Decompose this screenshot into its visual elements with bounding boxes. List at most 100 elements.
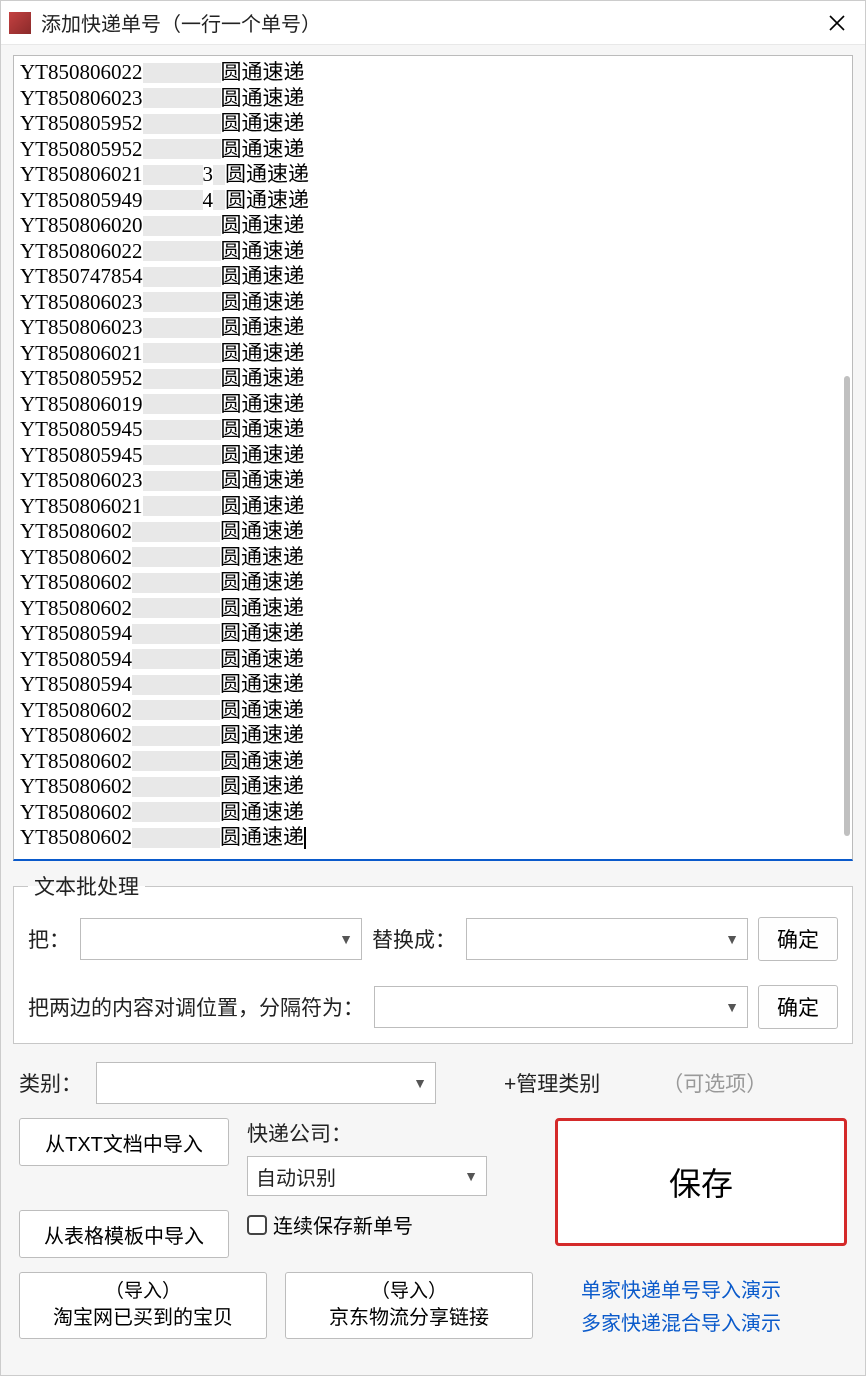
carrier-name: 圆通速递 bbox=[221, 443, 305, 469]
import-template-button[interactable]: 从表格模板中导入 bbox=[19, 1210, 229, 1258]
chevron-down-icon: ▼ bbox=[725, 931, 739, 947]
tracking-row: YT850805945 圆通速递 bbox=[20, 417, 846, 443]
tracking-prefix: YT85080602 bbox=[20, 825, 132, 851]
carrier-name: 圆通速递 bbox=[221, 494, 305, 520]
carrier-name: 圆通速递 bbox=[220, 774, 304, 800]
tracking-row: YT850806022圆通速递 bbox=[20, 60, 846, 86]
import-taobao-button[interactable]: （导入） 淘宝网已买到的宝贝 bbox=[19, 1272, 267, 1339]
tracking-textarea[interactable]: YT850806022圆通速递YT850806023圆通速递YT85080595… bbox=[13, 55, 853, 861]
redacted-segment bbox=[132, 751, 220, 771]
replace-to-label: 替换成： bbox=[372, 924, 456, 954]
tracking-row: YT85080602圆通速递 bbox=[20, 774, 846, 800]
redacted-segment bbox=[132, 522, 220, 542]
tracking-prefix: YT85080602 bbox=[20, 698, 132, 724]
import-txt-button[interactable]: 从TXT文档中导入 bbox=[19, 1118, 229, 1166]
courier-label: 快递公司： bbox=[247, 1118, 537, 1148]
continuous-save-row: 连续保存新单号 bbox=[247, 1210, 537, 1239]
replace-confirm-button[interactable]: 确定 bbox=[758, 917, 838, 961]
tracking-row: YT85080594圆通速递 bbox=[20, 647, 846, 673]
redacted-segment bbox=[143, 318, 221, 338]
carrier-name: 圆通速递 bbox=[220, 825, 304, 851]
redacted-segment bbox=[143, 445, 221, 465]
redacted-segment bbox=[132, 675, 220, 695]
swap-delimiter-combo[interactable]: ▼ bbox=[374, 986, 748, 1028]
demo-links: 单家快递单号导入演示 多家快递混合导入演示 bbox=[551, 1272, 847, 1339]
redacted-segment bbox=[132, 598, 220, 618]
swap-confirm-button[interactable]: 确定 bbox=[758, 985, 838, 1029]
redacted-segment bbox=[132, 547, 220, 567]
redacted-segment bbox=[143, 216, 221, 236]
tracking-prefix: YT850806023 bbox=[20, 86, 143, 112]
tracking-row: YT85080602圆通速递 bbox=[20, 519, 846, 545]
tracking-prefix: YT850806021 bbox=[20, 162, 143, 188]
carrier-name: 圆通速递 bbox=[221, 315, 305, 341]
tracking-tail-digit: 4 bbox=[203, 188, 214, 214]
demo-single-link[interactable]: 单家快递单号导入演示 bbox=[581, 1274, 847, 1303]
close-button[interactable] bbox=[815, 3, 859, 43]
redacted-segment bbox=[143, 496, 221, 516]
category-combo[interactable]: ▼ bbox=[96, 1062, 436, 1104]
demo-multi-link[interactable]: 多家快递混合导入演示 bbox=[581, 1307, 847, 1336]
tracking-prefix: YT850806023 bbox=[20, 315, 143, 341]
tracking-row: YT850806021圆通速递 bbox=[20, 341, 846, 367]
tracking-row: YT850806023圆通速递 bbox=[20, 468, 846, 494]
tracking-prefix: YT85080602 bbox=[20, 545, 132, 571]
tracking-row: YT85080602圆通速递 bbox=[20, 800, 846, 826]
redacted-segment bbox=[132, 624, 220, 644]
tracking-prefix: YT85080594 bbox=[20, 621, 132, 647]
redacted-segment bbox=[143, 292, 221, 312]
courier-combo[interactable]: 自动识别 ▼ bbox=[247, 1156, 487, 1196]
tracking-prefix: YT850805952 bbox=[20, 366, 143, 392]
tracking-prefix: YT850806021 bbox=[20, 494, 143, 520]
dialog-window: 添加快递单号（一行一个单号） YT850806022圆通速递YT85080602… bbox=[0, 0, 866, 1376]
bottom-row: （导入） 淘宝网已买到的宝贝 （导入） 京东物流分享链接 单家快递单号导入演示 … bbox=[13, 1268, 853, 1339]
tracking-row: YT8508059494圆通速递 bbox=[20, 188, 846, 214]
redacted-segment bbox=[213, 165, 225, 185]
carrier-name: 圆通速递 bbox=[225, 188, 309, 214]
import-taobao-bottom: 淘宝网已买到的宝贝 bbox=[53, 1305, 233, 1332]
tracking-row: YT85080594圆通速递 bbox=[20, 621, 846, 647]
continuous-save-checkbox[interactable] bbox=[247, 1215, 267, 1235]
tracking-prefix: YT850805945 bbox=[20, 417, 143, 443]
carrier-name: 圆通速递 bbox=[221, 290, 305, 316]
scrollbar[interactable] bbox=[844, 376, 850, 836]
redacted-segment bbox=[143, 343, 221, 363]
carrier-name: 圆通速递 bbox=[225, 162, 309, 188]
tracking-prefix: YT85080602 bbox=[20, 519, 132, 545]
tracking-prefix: YT85080602 bbox=[20, 596, 132, 622]
carrier-name: 圆通速递 bbox=[220, 647, 304, 673]
carrier-name: 圆通速递 bbox=[221, 417, 305, 443]
tracking-prefix: YT850805952 bbox=[20, 137, 143, 163]
redacted-segment bbox=[143, 420, 221, 440]
carrier-name: 圆通速递 bbox=[220, 570, 304, 596]
tracking-row: YT850806022圆通速递 bbox=[20, 239, 846, 265]
tracking-prefix: YT850806020 bbox=[20, 213, 143, 239]
chevron-down-icon: ▼ bbox=[413, 1075, 427, 1091]
redacted-segment bbox=[143, 267, 221, 287]
save-button[interactable]: 保存 bbox=[555, 1118, 847, 1246]
import-taobao-top: （导入） bbox=[105, 1279, 181, 1305]
redacted-segment bbox=[143, 190, 203, 210]
manage-category-link[interactable]: +管理类别 bbox=[504, 1068, 600, 1098]
tracking-row: YT850806023 圆通速递 bbox=[20, 315, 846, 341]
tracking-row: YT850806023圆通速递 bbox=[20, 86, 846, 112]
app-icon bbox=[9, 12, 31, 34]
carrier-name: 圆通速递 bbox=[220, 749, 304, 775]
tracking-prefix: YT85080602 bbox=[20, 800, 132, 826]
tracking-tail-digit: 3 bbox=[203, 162, 214, 188]
tracking-row: YT85080602圆通速递 bbox=[20, 723, 846, 749]
close-icon bbox=[828, 14, 846, 32]
chevron-down-icon: ▼ bbox=[725, 999, 739, 1015]
tracking-row: YT850747854圆通速递 bbox=[20, 264, 846, 290]
carrier-name: 圆通速递 bbox=[221, 111, 305, 137]
redacted-segment bbox=[143, 369, 221, 389]
import-jd-button[interactable]: （导入） 京东物流分享链接 bbox=[285, 1272, 533, 1339]
redacted-segment bbox=[143, 165, 203, 185]
batch-group: 文本批处理 把： ▼ 替换成： ▼ 确定 把两边的内容对调位置，分隔符为： ▼ … bbox=[13, 871, 853, 1044]
carrier-name: 圆通速递 bbox=[221, 264, 305, 290]
text-caret bbox=[304, 827, 306, 849]
replace-from-combo[interactable]: ▼ bbox=[80, 918, 362, 960]
carrier-name: 圆通速递 bbox=[220, 698, 304, 724]
replace-from-label: 把： bbox=[28, 924, 70, 954]
replace-to-combo[interactable]: ▼ bbox=[466, 918, 748, 960]
